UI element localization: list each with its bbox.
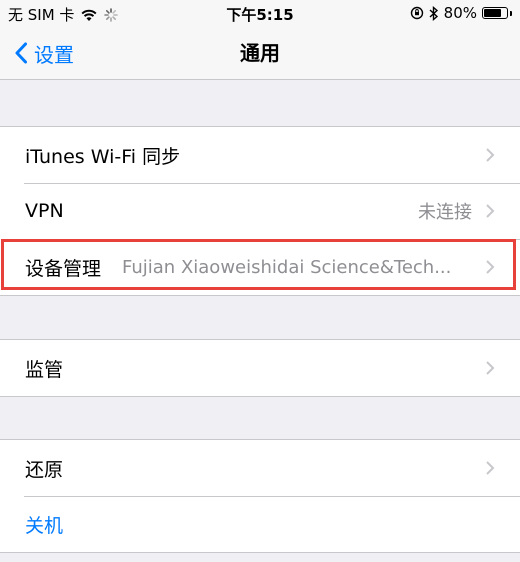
nav-bar: 设置 通用 xyxy=(0,26,520,80)
settings-group-network: iTunes Wi-Fi 同步 VPN 未连接 设备管理 Fujian Xiao… xyxy=(0,126,520,296)
chevron-right-icon xyxy=(486,461,495,475)
chevron-right-icon xyxy=(486,361,495,375)
row-reset[interactable]: 还原 xyxy=(0,440,520,496)
shutdown-button[interactable]: 关机 xyxy=(0,496,520,552)
chevron-right-icon xyxy=(486,204,495,218)
settings-group-supervision: 监管 xyxy=(0,339,520,397)
row-supervision[interactable]: 监管 xyxy=(0,340,520,396)
battery-percent: 80% xyxy=(443,4,477,22)
orientation-lock-icon xyxy=(410,6,423,20)
battery-level xyxy=(484,9,501,17)
row-label: 设备管理 xyxy=(25,257,102,280)
bluetooth-icon xyxy=(429,5,438,21)
vpn-status: 未连接 xyxy=(418,202,472,223)
settings-group-reset: 还原 关机 xyxy=(0,439,520,553)
row-vpn[interactable]: VPN 未连接 xyxy=(0,183,520,239)
page-title: 通用 xyxy=(240,41,280,65)
row-label: iTunes Wi-Fi 同步 xyxy=(25,145,181,168)
battery-tip xyxy=(510,10,512,16)
battery-icon xyxy=(482,7,508,19)
row-label: 还原 xyxy=(25,458,64,481)
status-bar: 无 SIM 卡 下午5:15 80% xyxy=(0,0,520,26)
device-profile-name: Fujian Xiaoweishidai Science&Tech... xyxy=(122,256,452,278)
row-itunes-wifi-sync[interactable]: iTunes Wi-Fi 同步 xyxy=(0,127,520,183)
chevron-right-icon xyxy=(486,148,495,162)
status-right: 80% xyxy=(410,4,512,22)
row-label: 关机 xyxy=(25,514,64,537)
row-device-management[interactable]: 设备管理 Fujian Xiaoweishidai Science&Tech..… xyxy=(0,239,520,295)
chevron-right-icon xyxy=(486,260,495,274)
row-label: VPN xyxy=(25,200,64,222)
row-label: 监管 xyxy=(25,358,64,381)
